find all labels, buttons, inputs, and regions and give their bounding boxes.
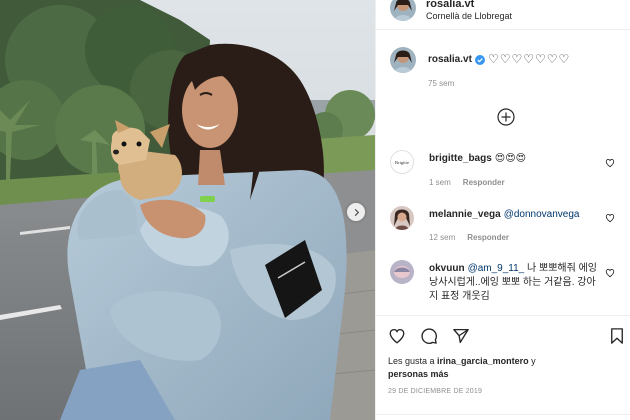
comment-username[interactable]: okvuun [429,263,465,274]
plus-circle-icon[interactable] [497,108,515,126]
heart-icon[interactable] [605,158,615,168]
avatar[interactable] [390,47,416,73]
comment-mention[interactable]: @donnovanvega [504,209,580,220]
header-username[interactable]: rosalia.vt [426,0,474,10]
reply-button[interactable]: Responder [467,233,509,242]
avatar-image [390,47,416,73]
avatar[interactable] [390,0,416,21]
caption-user: rosalia.vt [428,54,485,65]
avatar[interactable]: Brigitte [390,150,414,174]
post-photo[interactable] [0,0,375,420]
reply-button[interactable]: Responder [463,178,505,187]
comment-body: 😍😍😍 [494,153,527,164]
likes-prefix: Les gusta a [388,356,438,366]
post-actions: Les gusta a irina_garcia_montero y perso… [376,315,630,420]
comment-time[interactable]: 1 sem [429,178,451,187]
likes-others[interactable]: personas más [388,369,449,379]
share-icon[interactable] [452,327,470,345]
divider [376,414,630,420]
avatar-image [390,260,414,284]
heart-icon[interactable] [605,268,615,278]
comment-mention[interactable]: @am_9_11_ [468,263,525,274]
comment-time[interactable]: 12 sem [429,233,455,242]
photo-scene [0,0,375,420]
avatar-image [390,0,416,21]
comment-icon[interactable] [420,327,438,345]
comment-meta: 12 sem Responder [429,233,509,242]
caption-username[interactable]: rosalia.vt [428,54,472,65]
avatar[interactable] [390,260,414,284]
post-header: rosalia.vt Cornellà de Llobregat [376,0,630,30]
chevron-right-icon [354,208,359,216]
avatar-logo-text: Brigitte [395,160,409,165]
carousel-next-button[interactable] [347,203,365,221]
avatar-image: Brigitte [391,151,413,173]
comment-meta: 1 sem Responder [429,178,505,187]
comment-text: melannie_vega @donnovanvega [429,208,599,221]
caption-time[interactable]: 75 sem [428,79,454,88]
bookmark-icon[interactable] [608,327,626,345]
heart-icon[interactable] [605,213,615,223]
likes-suffix: y [528,356,536,366]
avatar-image [390,206,414,230]
caption-text: ♡♡♡♡♡♡♡ [488,52,571,66]
post-date[interactable]: 29 DE DICIEMBRE DE 2019 [388,388,482,395]
comment-username[interactable]: brigitte_bags [429,153,492,164]
comment-username[interactable]: melannie_vega [429,209,501,220]
comment-text: brigitte_bags 😍😍😍 [429,152,599,165]
heart-icon[interactable] [388,327,406,345]
likes-summary: Les gusta a irina_garcia_montero y perso… [388,355,588,381]
avatar[interactable] [390,206,414,230]
header-location[interactable]: Cornellà de Llobregat [426,11,512,21]
verified-badge-icon [474,54,485,65]
comment-text: okvuun @am_9_11_ 나 뽀뽀해줘 에잉 낭사시럽게..에잉 뽀뽀 하… [429,262,599,304]
likes-username[interactable]: irina_garcia_montero [437,356,529,366]
post-side-panel: rosalia.vt Cornellà de Llobregat rosalia… [375,0,630,420]
